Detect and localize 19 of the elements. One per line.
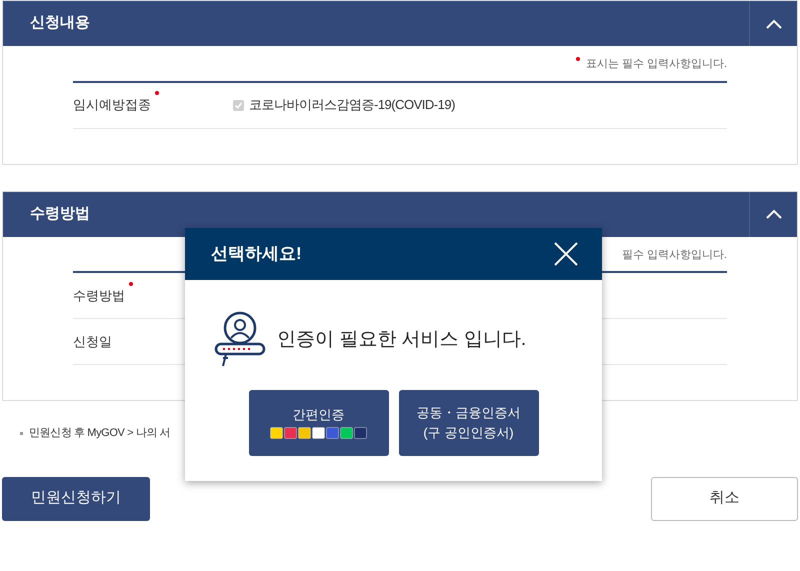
required-note: 표시는 필수 입력사항입니다. — [586, 57, 727, 72]
submit-button[interactable]: 민원신청하기 — [2, 476, 150, 520]
field-label: 임시예방접종 — [73, 96, 151, 114]
dialog-message: 인증이 필요한 서비스 입니다. — [277, 328, 526, 352]
cancel-button[interactable]: 취소 — [651, 476, 798, 520]
field-label: 수령방법 — [73, 286, 125, 305]
dialog-title: 선택하세요! — [211, 243, 302, 266]
collapse-icon[interactable] — [766, 18, 782, 28]
close-icon[interactable] — [554, 242, 578, 266]
note-text: 민원신청 후 MyGOV > 나의 서 — [29, 426, 170, 441]
certificate-button[interactable]: 공동・금융인증서 (구 공인인증서) — [398, 390, 538, 456]
section-title: 신청내용 — [29, 13, 90, 34]
required-note: 필수 입력사항입니다. — [622, 248, 727, 262]
field-label: 신청일 — [73, 332, 112, 351]
simple-auth-button[interactable]: 간편인증 — [248, 390, 388, 456]
section-title: 수령방법 — [29, 204, 90, 224]
checkbox-label: 코로나바이러스감염증-19(COVID-19) — [249, 96, 455, 114]
collapse-icon[interactable] — [766, 209, 782, 219]
bullet-icon — [20, 432, 23, 435]
